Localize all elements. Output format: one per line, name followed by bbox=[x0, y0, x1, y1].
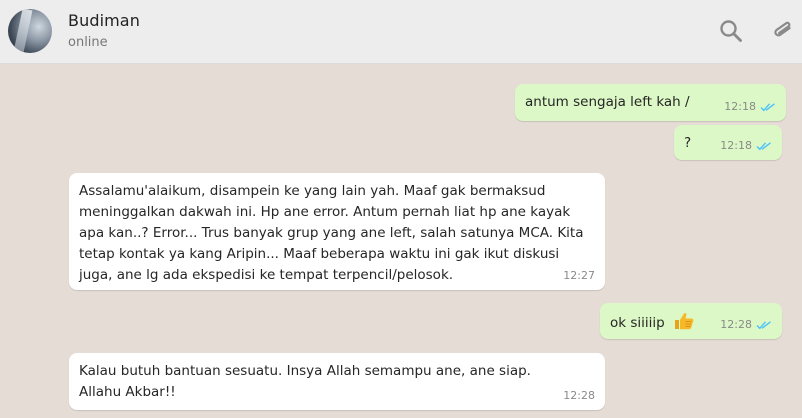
search-icon[interactable] bbox=[718, 18, 744, 44]
attach-icon[interactable] bbox=[770, 18, 796, 44]
message-incoming[interactable]: Assalamu'alaikum, disampein ke yang lain… bbox=[69, 173, 605, 290]
message-time: 12:18 bbox=[720, 139, 752, 152]
avatar[interactable] bbox=[8, 9, 52, 53]
read-ticks-icon bbox=[756, 141, 771, 150]
contact-status: online bbox=[68, 35, 108, 50]
read-ticks-icon bbox=[760, 102, 775, 111]
chat-area[interactable]: antum sengaja left kah / 12:18 ? 12:18 A… bbox=[0, 64, 802, 418]
message-outgoing[interactable]: ? 12:18 bbox=[674, 125, 782, 160]
message-time: 12:28 bbox=[563, 389, 595, 402]
message-incoming[interactable]: Kalau butuh bantuan sesuatu. Insya Allah… bbox=[69, 353, 605, 410]
read-ticks-icon bbox=[756, 320, 771, 329]
message-outgoing[interactable]: ok siiiiip 12:28 bbox=[600, 303, 782, 339]
message-time: 12:28 bbox=[720, 318, 752, 331]
message-outgoing[interactable]: antum sengaja left kah / 12:18 bbox=[515, 84, 786, 121]
message-text: Kalau butuh bantuan sesuatu. Insya Allah… bbox=[79, 363, 531, 400]
message-text: Assalamu'alaikum, disampein ke yang lain… bbox=[79, 183, 584, 283]
message-time: 12:27 bbox=[563, 269, 595, 282]
contact-name[interactable]: Budiman bbox=[68, 11, 140, 30]
thumbs-up-icon bbox=[675, 313, 694, 330]
message-text: ok siiiiip bbox=[610, 315, 665, 331]
message-time: 12:18 bbox=[724, 100, 756, 113]
chat-header: Budiman online bbox=[0, 0, 802, 64]
